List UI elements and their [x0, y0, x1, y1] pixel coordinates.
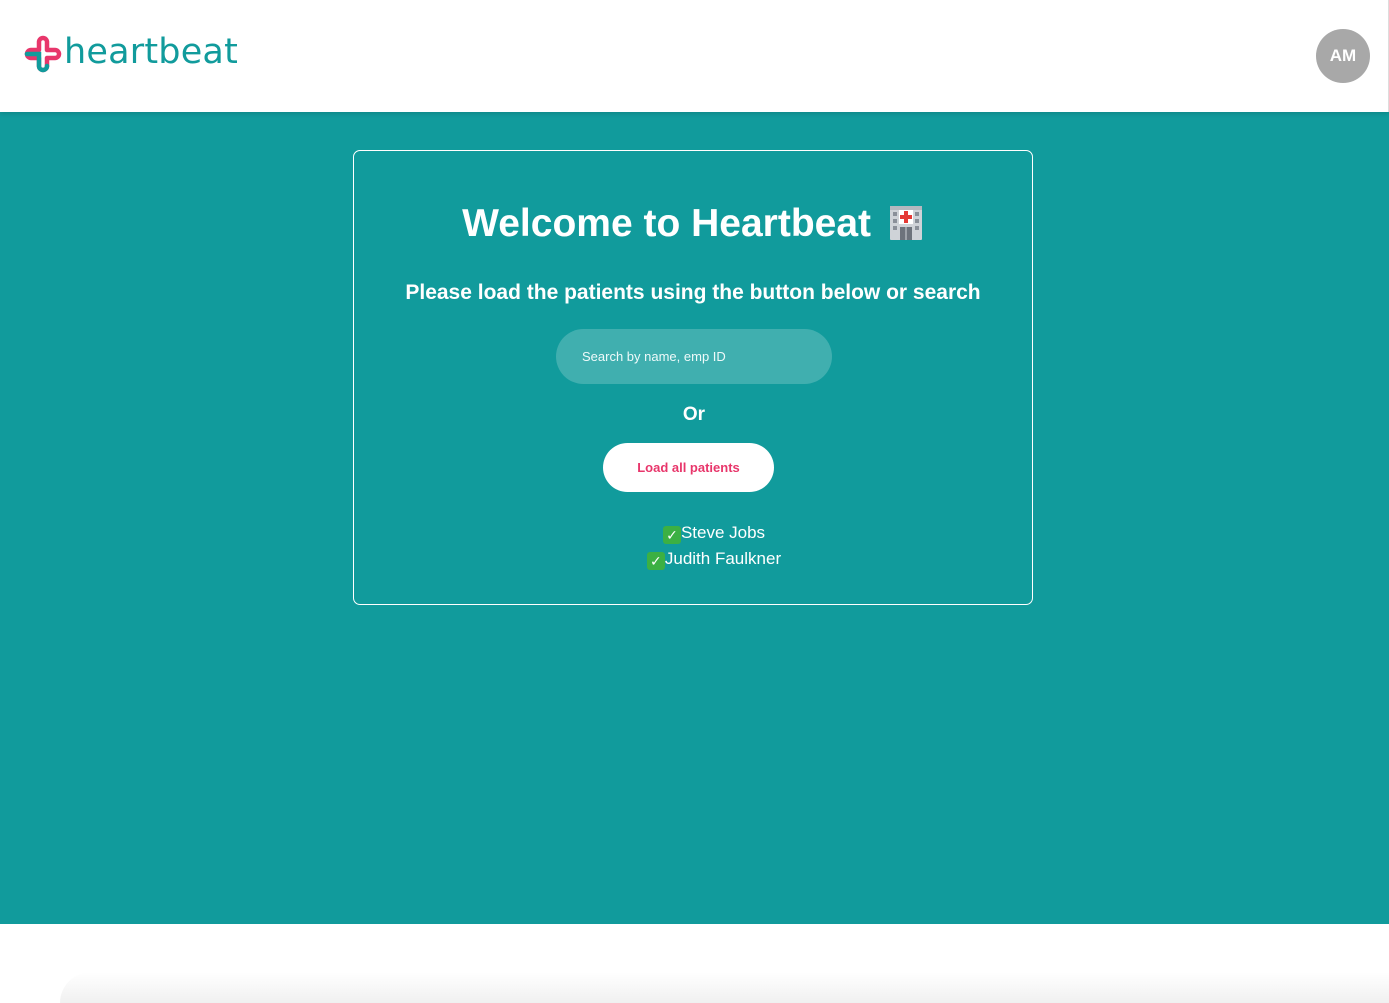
top-navigation-bar: heartbeat AM — [0, 0, 1389, 112]
load-all-patients-button[interactable]: Load all patients — [603, 443, 774, 492]
user-avatar[interactable]: AM — [1316, 29, 1370, 83]
avatar-initials: AM — [1329, 46, 1357, 65]
or-separator: Or — [682, 404, 706, 425]
patient-search-input[interactable] — [556, 329, 832, 384]
main-content: Welcome to Heartbeat Please load the pat… — [0, 112, 1389, 924]
logo-wordmark: heartbeat — [64, 32, 238, 72]
page-title-text: Welcome to Heartbeat — [462, 202, 872, 245]
hospital-icon — [889, 206, 922, 240]
patient-name: Steve Jobs — [680, 523, 766, 542]
welcome-card: Welcome to Heartbeat Please load the pat… — [353, 150, 1033, 605]
heartbeat-logo[interactable]: heartbeat — [24, 32, 238, 74]
footer-shadow — [60, 972, 1389, 1003]
check-mark-icon: ✓ — [662, 526, 681, 544]
page-subtitle: Please load the patients using the butto… — [405, 281, 981, 304]
page-footer — [0, 924, 1389, 1003]
patient-list-item[interactable]: ✓ Steve Jobs — [354, 520, 1074, 546]
patient-list-item[interactable]: ✓ Judith Faulkner — [354, 546, 1074, 572]
check-mark-icon: ✓ — [646, 552, 665, 570]
patient-list: ✓ Steve Jobs ✓ Judith Faulkner — [354, 520, 1074, 572]
patient-name: Judith Faulkner — [664, 549, 782, 568]
medical-cross-logo-icon — [24, 35, 62, 73]
page-title: Welcome to Heartbeat — [354, 201, 1032, 247]
